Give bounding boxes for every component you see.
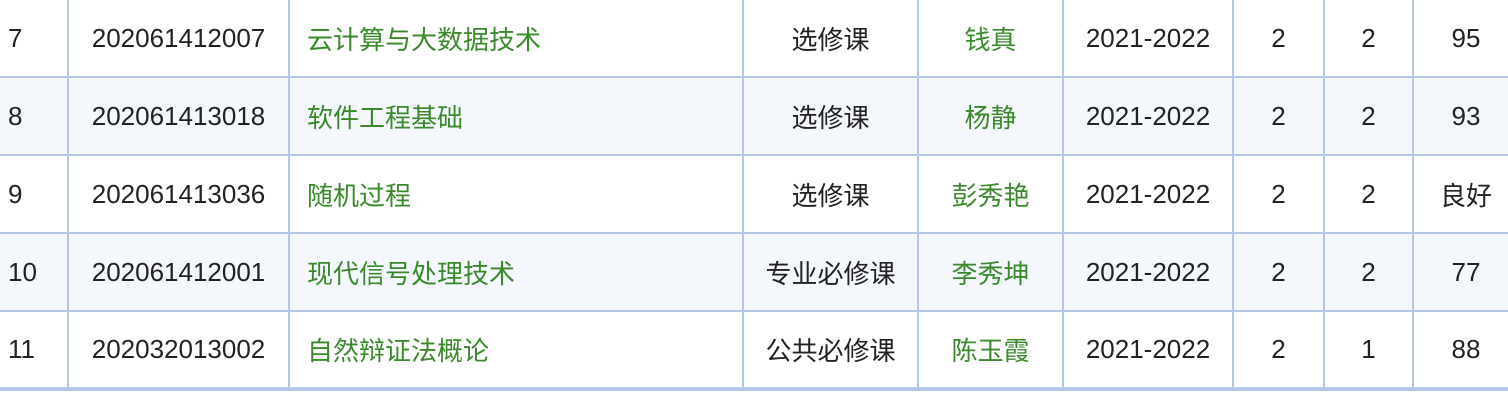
academic-year: 2021-2022 (1062, 0, 1234, 78)
table-row: 8 202061413018 软件工程基础 选修课 杨静 2021-2022 2… (0, 76, 1508, 156)
teacher-link[interactable]: 陈玉霞 (951, 336, 1029, 366)
column-b-value: 1 (1323, 310, 1414, 391)
column-b-value: 2 (1323, 0, 1414, 78)
course-type: 选修课 (742, 76, 919, 156)
row-index: 9 (0, 154, 69, 234)
course-name-cell: 自然辩证法概论 (288, 310, 744, 391)
teacher-link[interactable]: 彭秀艳 (951, 181, 1029, 211)
course-name-link[interactable]: 随机过程 (307, 181, 411, 211)
teacher-cell: 陈玉霞 (917, 310, 1064, 391)
course-name-cell: 云计算与大数据技术 (288, 0, 744, 78)
teacher-cell: 钱真 (917, 0, 1064, 78)
table-row: 7 202061412007 云计算与大数据技术 选修课 钱真 2021-202… (0, 0, 1508, 78)
teacher-link[interactable]: 钱真 (964, 25, 1016, 55)
academic-year: 2021-2022 (1062, 76, 1234, 156)
course-type: 选修课 (742, 154, 919, 234)
column-a-value: 2 (1232, 76, 1325, 156)
column-b-value: 2 (1323, 76, 1414, 156)
course-id: 202061412007 (67, 0, 290, 78)
teacher-link[interactable]: 杨静 (964, 103, 1016, 133)
course-id: 202061413036 (67, 154, 290, 234)
teacher-link[interactable]: 李秀坤 (951, 259, 1029, 289)
row-index: 11 (0, 310, 69, 391)
academic-year: 2021-2022 (1062, 232, 1234, 312)
course-name-link[interactable]: 自然辩证法概论 (307, 336, 489, 366)
course-name-cell: 软件工程基础 (288, 76, 744, 156)
academic-year: 2021-2022 (1062, 154, 1234, 234)
row-index: 10 (0, 232, 69, 312)
course-name-cell: 随机过程 (288, 154, 744, 234)
grades-table-container: 7 202061412007 云计算与大数据技术 选修课 钱真 2021-202… (0, 0, 1508, 418)
table-row: 10 202061412001 现代信号处理技术 专业必修课 李秀坤 2021-… (0, 232, 1508, 312)
course-id: 202061412001 (67, 232, 290, 312)
score: 77 (1412, 232, 1508, 312)
column-b-value: 2 (1323, 154, 1414, 234)
column-a-value: 2 (1232, 154, 1325, 234)
teacher-cell: 彭秀艳 (917, 154, 1064, 234)
teacher-cell: 杨静 (917, 76, 1064, 156)
row-index: 8 (0, 76, 69, 156)
course-name-cell: 现代信号处理技术 (288, 232, 744, 312)
column-a-value: 2 (1232, 0, 1325, 78)
column-a-value: 2 (1232, 310, 1325, 391)
table-row: 9 202061413036 随机过程 选修课 彭秀艳 2021-2022 2 … (0, 154, 1508, 234)
score: 95 (1412, 0, 1508, 78)
column-b-value: 2 (1323, 232, 1414, 312)
course-id: 202061413018 (67, 76, 290, 156)
table-row: 11 202032013002 自然辩证法概论 公共必修课 陈玉霞 2021-2… (0, 310, 1508, 391)
column-a-value: 2 (1232, 232, 1325, 312)
academic-year: 2021-2022 (1062, 310, 1234, 391)
grades-table: 7 202061412007 云计算与大数据技术 选修课 钱真 2021-202… (0, 0, 1508, 391)
score: 93 (1412, 76, 1508, 156)
course-type: 选修课 (742, 0, 919, 78)
score: 良好 (1412, 154, 1508, 234)
course-name-link[interactable]: 云计算与大数据技术 (307, 25, 541, 55)
course-name-link[interactable]: 现代信号处理技术 (307, 259, 515, 289)
row-index: 7 (0, 0, 69, 78)
course-type: 专业必修课 (742, 232, 919, 312)
teacher-cell: 李秀坤 (917, 232, 1064, 312)
score: 88 (1412, 310, 1508, 391)
course-id: 202032013002 (67, 310, 290, 391)
course-type: 公共必修课 (742, 310, 919, 391)
course-name-link[interactable]: 软件工程基础 (307, 103, 463, 133)
